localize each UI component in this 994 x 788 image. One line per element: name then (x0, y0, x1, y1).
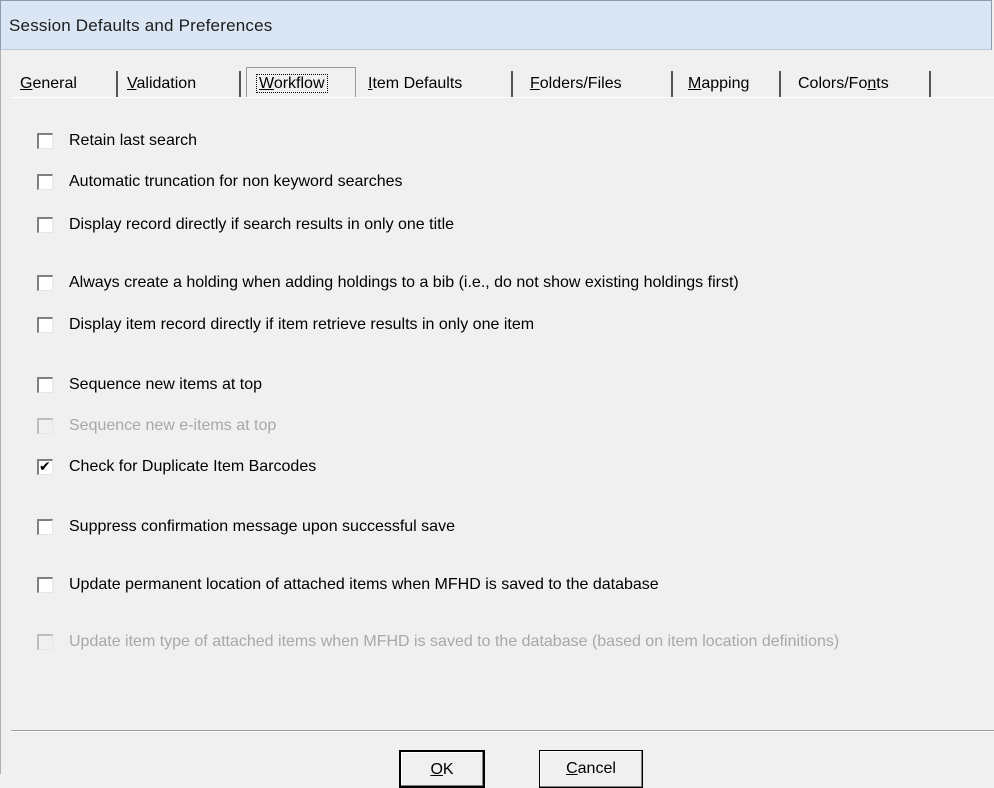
option-label: Automatic truncation for non keyword sea… (69, 173, 403, 190)
checkbox[interactable] (37, 133, 53, 149)
tab-item-defaults[interactable]: Item Defaults (359, 71, 513, 98)
preferences-dialog: General Validation Workflow Item Default… (0, 50, 994, 788)
checkbox[interactable] (37, 275, 53, 291)
option-label: Sequence new e-items at top (69, 417, 277, 434)
tab-workflow-label: Workflow (256, 74, 328, 93)
tab-colors-fonts-label: Colors/Fonts (798, 75, 889, 92)
ok-button[interactable]: OK (399, 750, 485, 788)
checkbox[interactable]: ✔ (37, 458, 53, 475)
tab-workflow[interactable]: Workflow (246, 67, 356, 98)
tab-panel-border (11, 97, 994, 98)
tab-mapping-label: Mapping (688, 75, 750, 92)
tab-item-defaults-label: Item Defaults (368, 75, 463, 92)
tab-folders-files[interactable]: Folders/Files (521, 71, 673, 98)
checkbox[interactable] (37, 577, 53, 593)
option-label: Display item record directly if item ret… (69, 316, 535, 333)
checkbox[interactable] (37, 217, 53, 233)
option-label: Sequence new items at top (69, 376, 263, 393)
option-label: Check for Duplicate Item Barcodes (69, 458, 317, 475)
option-label: Always create a holding when adding hold… (69, 274, 739, 291)
option-label: Retain last search (69, 132, 198, 149)
tab-validation[interactable]: Validation (118, 71, 241, 98)
checkbox[interactable] (37, 174, 53, 190)
title-bar: Session Defaults and Preferences (0, 0, 992, 50)
tab-strip: General Validation Workflow Item Default… (11, 67, 994, 98)
tab-mapping[interactable]: Mapping (679, 71, 781, 98)
tab-folders-files-label: Folders/Files (530, 75, 622, 92)
option-label: Update permanent location of attached it… (69, 576, 659, 593)
checkbox[interactable] (37, 377, 53, 393)
tab-general[interactable]: General (11, 71, 118, 98)
option-label: Update item type of attached items when … (69, 633, 840, 650)
tab-general-label: General (20, 75, 77, 92)
option-label: Display record directly if search result… (69, 216, 455, 233)
button-area-divider (11, 730, 994, 732)
option-label: Suppress confirmation message upon succe… (69, 518, 455, 535)
checkbox (37, 634, 53, 650)
tab-validation-label: Validation (127, 75, 197, 92)
cancel-button[interactable]: Cancel (539, 750, 643, 788)
checkmark-icon: ✔ (39, 458, 51, 474)
checkbox (37, 418, 53, 434)
window-title: Session Defaults and Preferences (9, 16, 273, 35)
checkbox[interactable] (37, 519, 53, 535)
checkbox[interactable] (37, 317, 53, 333)
tab-colors-fonts[interactable]: Colors/Fonts (789, 71, 931, 98)
